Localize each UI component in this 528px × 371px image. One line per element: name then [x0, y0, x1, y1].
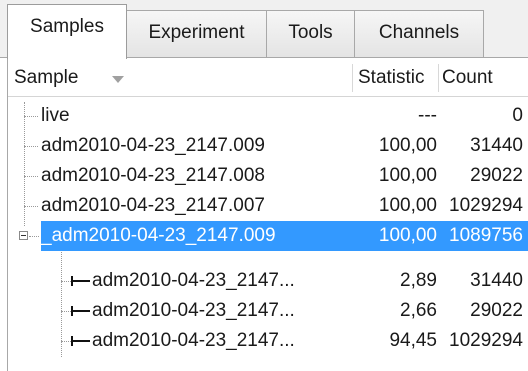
count-value: 1029294	[449, 195, 523, 216]
tab-experiment[interactable]: Experiment	[126, 10, 267, 57]
samples-window: Samples Experiment Tools Channels Sample…	[0, 0, 528, 371]
count-value: 1029294	[449, 330, 523, 351]
statistic-value: ---	[418, 105, 437, 126]
column-header-row: Sample Statistic Count	[8, 60, 528, 97]
table-row[interactable]: adm2010-04-23_2147.008 100,00 29022	[8, 161, 528, 191]
sample-name: live	[41, 105, 70, 126]
collapse-minus-icon[interactable]	[19, 231, 28, 240]
table-row-child[interactable]: adm2010-04-23_2147... 94,45 1029294	[8, 326, 528, 356]
count-value: 29022	[470, 165, 523, 186]
sample-name: adm2010-04-23_2147.009	[41, 135, 265, 156]
range-gate-icon	[71, 306, 90, 316]
table-row[interactable]: adm2010-04-23_2147.007 100,00 1029294	[8, 191, 528, 221]
tab-strip: Samples Experiment Tools Channels	[0, 0, 528, 59]
sample-name: adm2010-04-23_2147.008	[41, 165, 265, 186]
count-value: 0	[512, 105, 523, 126]
tab-samples[interactable]: Samples	[7, 4, 127, 59]
range-gate-icon	[71, 276, 90, 286]
range-gate-icon	[71, 336, 90, 346]
count-value: 31440	[470, 270, 523, 291]
tab-tools[interactable]: Tools	[266, 10, 355, 57]
samples-grid[interactable]: Sample Statistic Count live --- 0 adm201…	[7, 58, 528, 371]
statistic-value: 2,89	[400, 270, 437, 291]
sort-descending-arrow-icon[interactable]	[112, 76, 124, 83]
statistic-value: 100,00	[378, 165, 437, 186]
table-row-child[interactable]: adm2010-04-23_2147... 2,66 29022	[8, 296, 528, 326]
gate-name: adm2010-04-23_2147...	[92, 270, 295, 291]
statistic-value: 100,00	[378, 195, 437, 216]
table-row-selected[interactable]: _adm2010-04-23_2147.009 100,00 1089756	[8, 221, 528, 251]
column-header-sample[interactable]: Sample	[14, 60, 78, 96]
gate-name: adm2010-04-23_2147...	[92, 330, 295, 351]
statistic-value: 2,66	[400, 300, 437, 321]
column-header-count[interactable]: Count	[442, 60, 493, 96]
statistic-value: 100,00	[378, 225, 437, 246]
count-value: 1089756	[449, 225, 523, 246]
statistic-value: 94,45	[389, 330, 437, 351]
sample-name: adm2010-04-23_2147.007	[41, 195, 265, 216]
count-value: 31440	[470, 135, 523, 156]
tab-channels[interactable]: Channels	[354, 10, 484, 57]
table-row[interactable]: live --- 0	[8, 101, 528, 131]
sample-name: _adm2010-04-23_2147.009	[41, 225, 276, 246]
column-separator[interactable]	[438, 64, 439, 92]
table-row[interactable]: adm2010-04-23_2147.009 100,00 31440	[8, 131, 528, 161]
gate-name: adm2010-04-23_2147...	[92, 300, 295, 321]
statistic-value: 100,00	[378, 135, 437, 156]
count-value: 29022	[470, 300, 523, 321]
column-header-statistic[interactable]: Statistic	[358, 60, 425, 96]
table-row-child[interactable]: adm2010-04-23_2147... 2,89 31440	[8, 266, 528, 296]
column-separator[interactable]	[352, 64, 353, 92]
